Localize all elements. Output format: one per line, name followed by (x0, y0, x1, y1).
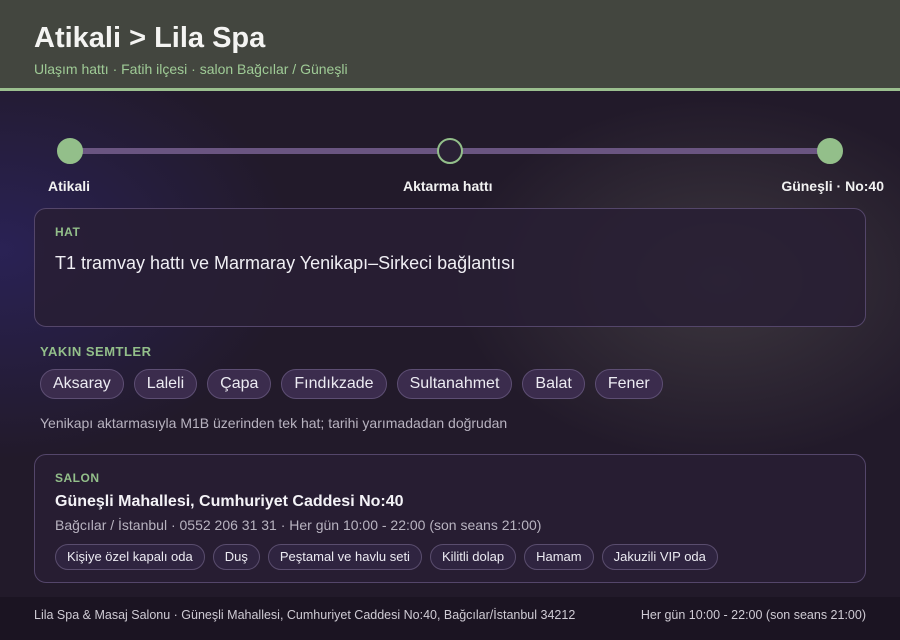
line-description: T1 tramvay hattı ve Marmaray Yenikapı–Si… (55, 253, 516, 273)
amenity-tag: Kişiye özel kapalı oda (55, 544, 205, 570)
route-step-transfer-label: Aktarma hattı (403, 178, 493, 194)
page-header: Atikali > Lila Spa Ulaşım hattı · Fatih … (0, 0, 900, 91)
salon-card: SALON Güneşli Mahallesi, Cumhuriyet Cadd… (34, 454, 866, 583)
route-step-start-label: Atikali (48, 178, 91, 194)
amenity-tag: Kilitli dolap (429, 544, 517, 570)
route-progress: Atikali Aktarma hattı Güneşli · No:40 (0, 130, 900, 200)
route-step-end-marker (817, 138, 843, 164)
district-chip-aksaray[interactable]: Aksaray (40, 369, 124, 399)
line-card: HAT T1 tramvay hattı ve Marmaray Yenikap… (34, 208, 866, 327)
amenity-tag: Jakuzili VIP oda (601, 544, 718, 570)
salon-card-kicker: SALON (55, 471, 100, 485)
route-step-start-marker (57, 138, 83, 164)
page-subtitle: Ulaşım hattı · Fatih ilçesi · salon Bağc… (34, 61, 348, 77)
page-title: Atikali > Lila Spa (34, 22, 266, 54)
district-chip-sultanahmet[interactable]: Sultanahmet (396, 369, 513, 399)
district-chip-balat[interactable]: Balat (522, 369, 585, 399)
nearby-districts-list: Aksaray Laleli Çapa Fındıkzade Sultanahm… (40, 369, 663, 399)
line-card-kicker: HAT (55, 225, 81, 239)
route-step-transfer-marker (437, 138, 463, 164)
salon-meta: Bağcılar / İstanbul · 0552 206 31 31 · H… (55, 517, 542, 533)
district-chip-laleli[interactable]: Laleli (133, 369, 198, 399)
salon-address: Güneşli Mahallesi, Cumhuriyet Caddesi No… (55, 493, 404, 510)
nearby-districts-title: YAKIN SEMTLER (40, 344, 152, 359)
amenity-tag: Hamam (524, 544, 594, 570)
route-note: Yenikapı aktarmasıyla M1B üzerinden tek … (40, 415, 508, 431)
page-footer: Lila Spa & Masaj Salonu · Güneşli Mahall… (0, 597, 900, 640)
amenity-tag: Duş (212, 544, 260, 570)
footer-hours: Her gün 10:00 - 22:00 (son seans 21:00) (640, 608, 866, 622)
amenity-tag: Peştamal ve havlu seti (267, 544, 422, 570)
district-chip-fener[interactable]: Fener (594, 369, 663, 399)
amenity-list: Kişiye özel kapalı oda Duş Peştamal ve h… (55, 544, 718, 570)
route-step-end-label: Güneşli · No:40 (781, 178, 884, 194)
footer-address: Lila Spa & Masaj Salonu · Güneşli Mahall… (34, 608, 576, 622)
district-chip-findikzade[interactable]: Fındıkzade (281, 369, 387, 399)
district-chip-capa[interactable]: Çapa (207, 369, 272, 399)
